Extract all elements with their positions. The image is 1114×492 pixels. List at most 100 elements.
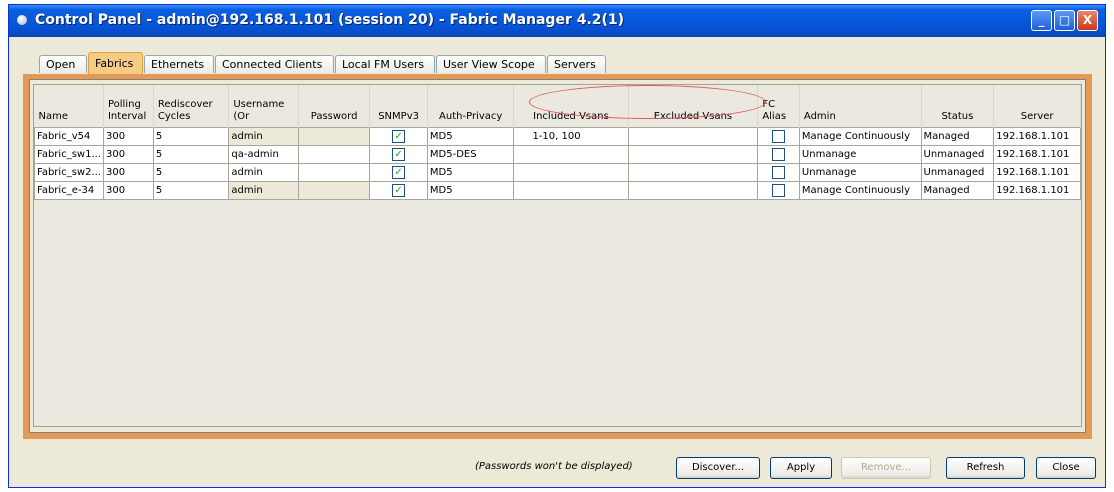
cell-password[interactable] (297, 163, 371, 182)
cell-rediscover-cycles[interactable]: 5 (152, 163, 230, 182)
col-header-polling-interval[interactable]: Polling Interval (103, 85, 154, 128)
cell-rediscover-cycles[interactable]: 5 (152, 181, 230, 200)
cell-name[interactable]: Fabric_e-34 (34, 181, 104, 200)
fabrics-table: Name Polling Interval Rediscover Cycles Us… (34, 85, 1081, 200)
fabrics-panel-frame: Name Polling Interval Rediscover Cycles Us… (23, 74, 1092, 439)
button-bar: (Passwords won't be displayed) Discover.… (9, 450, 1105, 484)
cell-name[interactable]: Fabric_sw1... (34, 145, 104, 164)
tab-open[interactable]: Open (39, 55, 87, 73)
cell-snmpv3[interactable]: ✓ (369, 163, 428, 182)
cell-password[interactable] (297, 127, 371, 146)
cell-admin[interactable]: Manage Continuously (798, 181, 922, 200)
cell-username[interactable]: admin (228, 163, 299, 182)
unchecked-box-icon[interactable] (772, 165, 786, 179)
cell-server[interactable]: 192.168.1.101 (993, 163, 1081, 182)
cell-snmpv3[interactable]: ✓ (369, 145, 428, 164)
cell-snmpv3[interactable]: ✓ (369, 127, 428, 146)
tab-connected-clients[interactable]: Connected Clients (215, 55, 334, 73)
fabrics-panel: Name Polling Interval Rediscover Cycles Us… (29, 79, 1086, 433)
cell-fc-alias[interactable] (757, 163, 800, 182)
col-header-server[interactable]: Server (993, 85, 1081, 128)
cell-fc-alias[interactable] (757, 145, 800, 164)
col-header-rediscover-cycles[interactable]: Rediscover Cycles (153, 85, 230, 128)
cell-auth-privacy[interactable]: MD5 (426, 181, 515, 200)
checkmark-icon[interactable]: ✓ (392, 147, 406, 161)
minimize-button[interactable]: _ (1031, 10, 1052, 31)
close-window-button[interactable]: X (1077, 10, 1098, 31)
cell-snmpv3[interactable]: ✓ (369, 181, 428, 200)
tab-local-fm-users[interactable]: Local FM Users (335, 55, 435, 73)
app-dot-icon (17, 15, 27, 25)
col-header-password[interactable]: Password (298, 85, 371, 128)
cell-included-vsans[interactable] (513, 145, 629, 164)
unchecked-box-icon[interactable] (772, 183, 786, 197)
table-row[interactable]: Fabric_e-34 300 5 admin ✓ MD5 Manage Con… (34, 181, 1081, 200)
cell-excluded-vsans[interactable] (627, 145, 759, 164)
cell-auth-privacy[interactable]: MD5 (426, 127, 515, 146)
cell-status: Managed (920, 181, 995, 200)
cell-auth-privacy[interactable]: MD5-DES (426, 145, 515, 164)
col-header-auth-privacy[interactable]: Auth-Privacy (427, 85, 515, 128)
discover-button[interactable]: Discover... (676, 457, 760, 479)
col-header-included-vsans[interactable]: Included Vsans (513, 85, 629, 128)
cell-fc-alias[interactable] (757, 127, 800, 146)
table-row[interactable]: Fabric_sw2... 300 5 admin ✓ MD5 Unmanage… (34, 163, 1081, 182)
cell-polling-interval[interactable]: 300 (102, 163, 154, 182)
table-header-row: Name Polling Interval Rediscover Cycles Us… (34, 85, 1081, 128)
password-note: (Passwords won't be displayed) (475, 461, 633, 472)
cell-admin[interactable]: Manage Continuously (798, 127, 922, 146)
tab-ethernets[interactable]: Ethernets (144, 55, 214, 73)
cell-included-vsans[interactable] (513, 181, 629, 200)
tab-user-view-scope[interactable]: User View Scope (436, 55, 546, 73)
window-title: Control Panel - admin@192.168.1.101 (ses… (35, 12, 625, 28)
col-header-username[interactable]: Username (Or (228, 85, 299, 128)
tab-fabrics[interactable]: Fabrics (88, 52, 143, 74)
cell-polling-interval[interactable]: 300 (102, 181, 154, 200)
unchecked-box-icon[interactable] (772, 147, 786, 161)
checkmark-icon[interactable]: ✓ (392, 165, 406, 179)
cell-admin[interactable]: Unmanage (798, 163, 922, 182)
cell-fc-alias[interactable] (757, 181, 800, 200)
cell-name[interactable]: Fabric_v54 (34, 127, 104, 146)
cell-name[interactable]: Fabric_sw2... (34, 163, 104, 182)
refresh-button[interactable]: Refresh (946, 457, 1025, 479)
cell-status: Unmanaged (920, 163, 995, 182)
cell-admin[interactable]: Unmanage (798, 145, 922, 164)
cell-username[interactable]: qa-admin (228, 145, 299, 164)
cell-username[interactable]: admin (228, 181, 299, 200)
cell-auth-privacy[interactable]: MD5 (426, 163, 515, 182)
cell-server[interactable]: 192.168.1.101 (993, 181, 1081, 200)
cell-password[interactable] (297, 181, 371, 200)
close-button[interactable]: Close (1036, 457, 1096, 479)
cell-password[interactable] (297, 145, 371, 164)
cell-username[interactable]: admin (228, 127, 299, 146)
maximize-button[interactable]: □ (1054, 10, 1075, 31)
table-row[interactable]: Fabric_v54 300 5 admin ✓ MD5 1-10, 100 M… (34, 127, 1081, 146)
col-header-excluded-vsans[interactable]: Excluded Vsans (628, 85, 759, 128)
cell-excluded-vsans[interactable] (627, 163, 759, 182)
cell-server[interactable]: 192.168.1.101 (993, 145, 1081, 164)
cell-status: Unmanaged (920, 145, 995, 164)
table-row[interactable]: Fabric_sw1... 300 5 qa-admin ✓ MD5-DES U… (34, 145, 1081, 164)
title-bar[interactable]: Control Panel - admin@192.168.1.101 (ses… (9, 5, 1105, 37)
checkmark-icon[interactable]: ✓ (392, 129, 406, 143)
col-header-admin[interactable]: Admin (799, 85, 922, 128)
cell-polling-interval[interactable]: 300 (102, 145, 154, 164)
unchecked-box-icon[interactable] (772, 129, 786, 143)
remove-button[interactable]: Remove... (841, 457, 931, 479)
cell-excluded-vsans[interactable] (627, 181, 759, 200)
col-header-fc-alias[interactable]: FC Alias (757, 85, 800, 128)
apply-button[interactable]: Apply (770, 457, 832, 479)
col-header-status[interactable]: Status (921, 85, 995, 128)
cell-included-vsans[interactable]: 1-10, 100 (513, 127, 629, 146)
cell-rediscover-cycles[interactable]: 5 (152, 127, 230, 146)
cell-server[interactable]: 192.168.1.101 (993, 127, 1081, 146)
cell-polling-interval[interactable]: 300 (102, 127, 154, 146)
checkmark-icon[interactable]: ✓ (392, 183, 406, 197)
col-header-name[interactable]: Name (34, 85, 104, 128)
cell-rediscover-cycles[interactable]: 5 (152, 145, 230, 164)
tab-servers[interactable]: Servers (547, 55, 606, 73)
cell-included-vsans[interactable] (513, 163, 629, 182)
cell-excluded-vsans[interactable] (627, 127, 759, 146)
col-header-snmpv3[interactable]: SNMPv3 (369, 85, 428, 128)
